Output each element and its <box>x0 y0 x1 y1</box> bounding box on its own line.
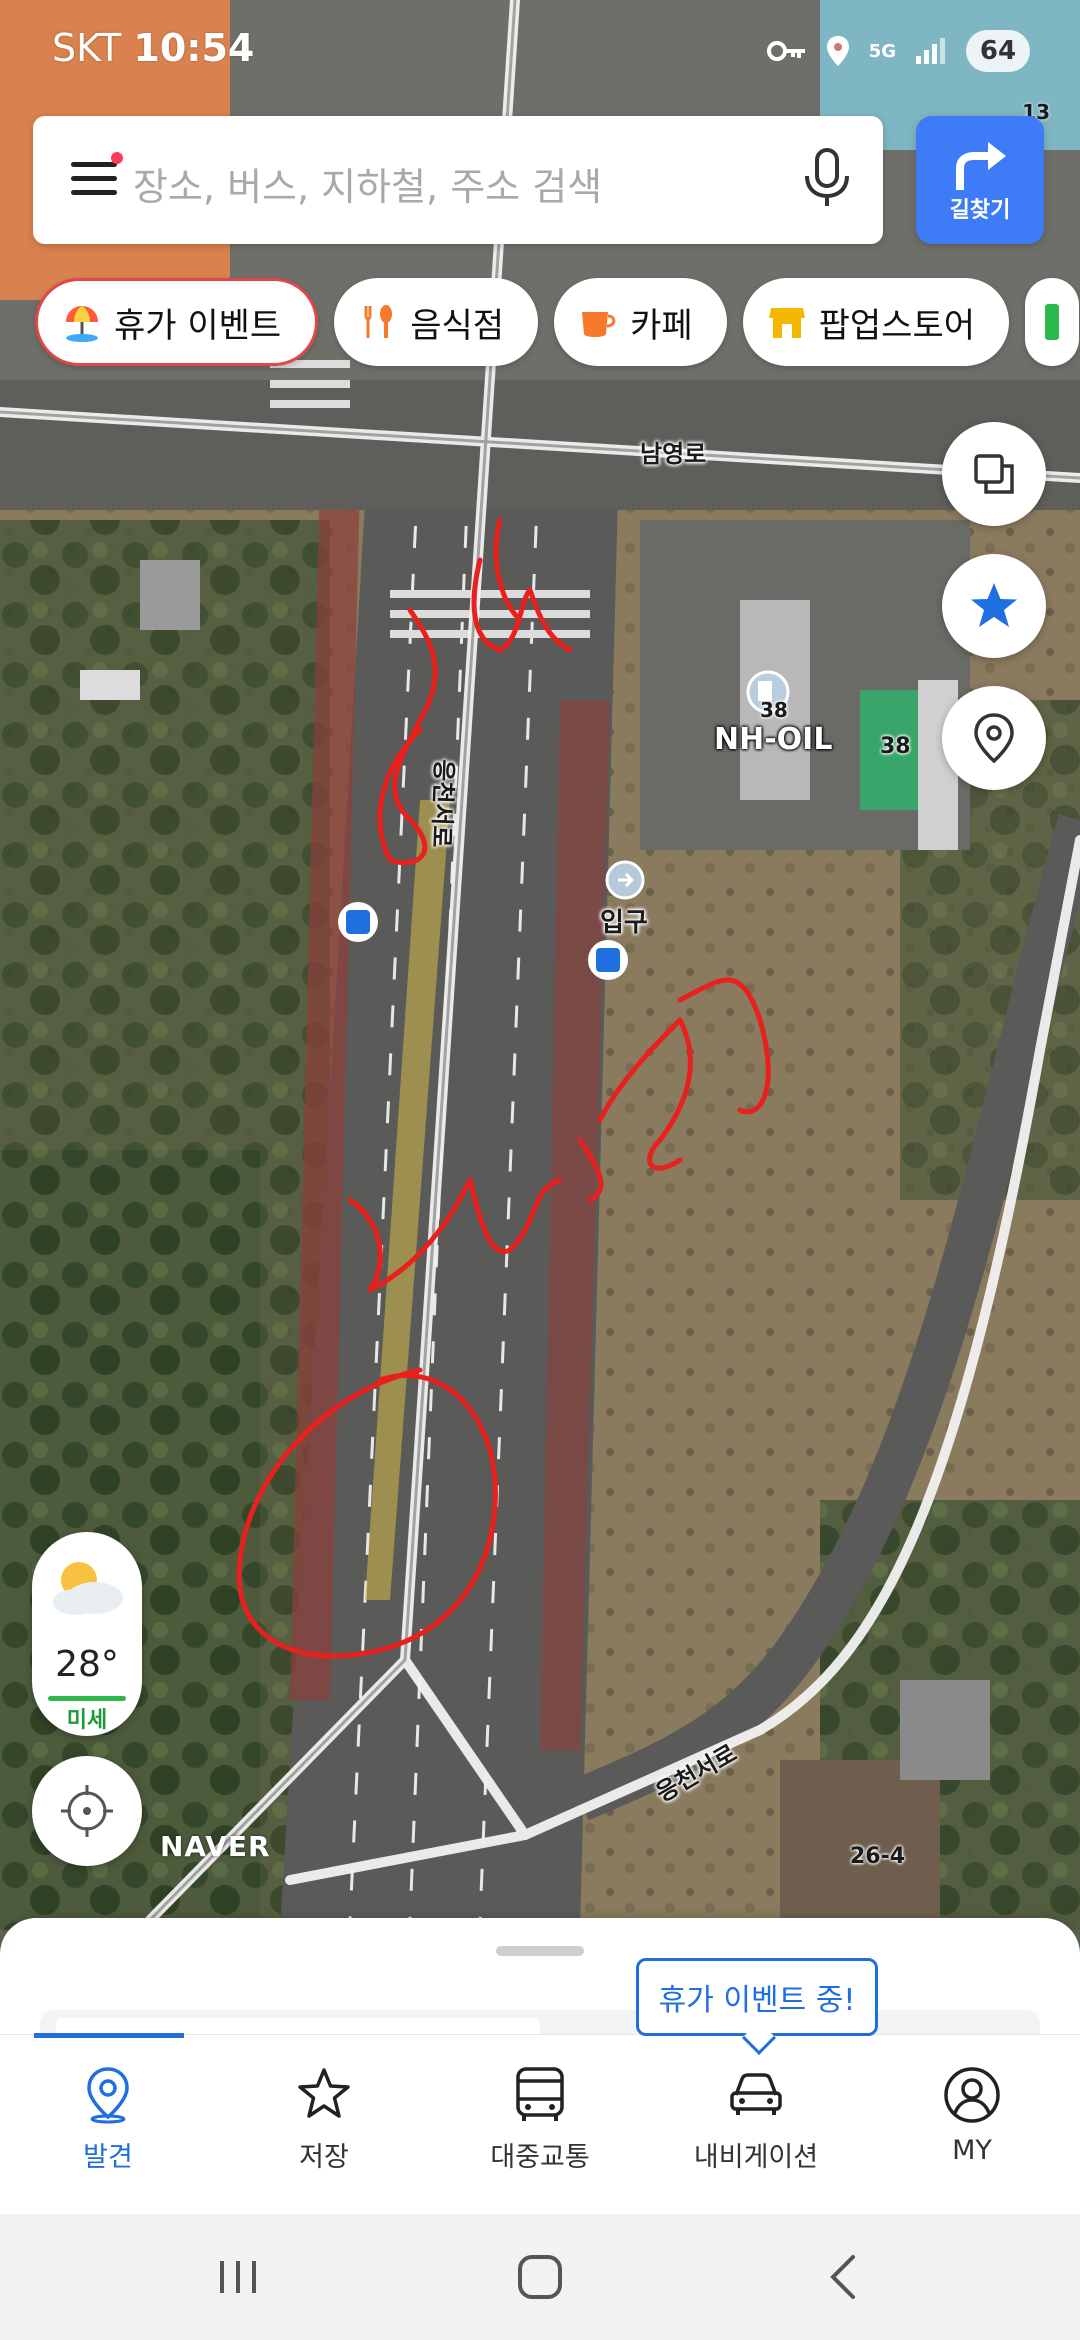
coffee-cup-icon <box>582 312 616 337</box>
entrance-marker[interactable] <box>605 860 645 900</box>
price-badge: 38 <box>760 698 788 722</box>
network-label: 5G <box>868 40 896 62</box>
star-icon <box>298 2068 350 2118</box>
entrance-label: 입구 <box>600 908 648 938</box>
nav-label: 저장 <box>299 2142 349 2173</box>
chip-cafe[interactable]: 카페 <box>554 278 727 366</box>
nav-label: 발견 <box>83 2142 133 2173</box>
nav-tab-saved[interactable]: 저장 <box>216 2035 432 2215</box>
search-input[interactable]: 장소, 버스, 지하철, 주소 검색 <box>133 156 602 211</box>
carrier-label: SKT <box>52 26 122 70</box>
system-navigation-bar <box>0 2214 1080 2340</box>
dust-label: 미세 <box>66 1708 108 1733</box>
nav-label: 내비게이션 <box>693 2142 819 2173</box>
battery-indicator: 64 <box>966 30 1030 72</box>
nav-label: 대중교통 <box>490 2142 590 2173</box>
tooltip-text: 휴가 이벤트 중! <box>658 1983 856 2018</box>
green-icon <box>1045 304 1060 340</box>
dust-level-bar <box>48 1696 126 1701</box>
pin-outline-icon <box>974 713 1014 764</box>
bus-stop-marker[interactable] <box>588 940 628 980</box>
nav-tab-discover[interactable]: 발견 <box>0 2035 216 2215</box>
partly-cloudy-icon <box>53 1562 123 1615</box>
back-button[interactable] <box>802 2244 882 2310</box>
recent-apps-button[interactable] <box>198 2244 278 2310</box>
nav-tab-transit[interactable]: 대중교통 <box>432 2035 648 2215</box>
status-time: SKT 10:54 <box>52 26 254 70</box>
road-label-namyeong: 남영로 <box>640 440 707 468</box>
bottom-sheet[interactable] <box>0 1918 1080 2050</box>
chip-popup-store[interactable]: 팝업스토어 <box>742 278 1010 366</box>
place-pin-button[interactable] <box>942 686 1046 790</box>
event-tooltip[interactable]: 휴가 이벤트 중! <box>636 1958 878 2055</box>
favorites-button[interactable] <box>942 554 1046 658</box>
nav-tab-my[interactable]: MY <box>864 2035 1080 2215</box>
chip-vacation-event[interactable]: 휴가 이벤트 <box>35 278 319 366</box>
sheet-drag-handle[interactable] <box>496 1946 584 1956</box>
chip-more[interactable] <box>1025 278 1080 366</box>
chip-label: 휴가 이벤트 <box>114 305 282 346</box>
current-location-button[interactable] <box>32 1756 142 1866</box>
search-bar[interactable]: 장소, 버스, 지하철, 주소 검색 <box>33 116 883 244</box>
notification-dot <box>111 152 123 164</box>
chip-label: 팝업스토어 <box>818 305 976 346</box>
poi-label-nh-oil[interactable]: NH-OIL <box>714 722 832 757</box>
chip-restaurant[interactable]: 음식점 <box>334 278 539 366</box>
location-icon <box>826 36 849 66</box>
key-icon <box>766 41 805 61</box>
star-icon <box>971 583 1017 627</box>
menu-icon[interactable] <box>71 152 123 200</box>
beach-umbrella-icon <box>66 306 98 342</box>
turn-right-arrow-icon <box>956 142 1006 190</box>
map-layers-button[interactable] <box>942 422 1046 526</box>
chip-label: 카페 <box>630 305 693 346</box>
building-number: 38 <box>880 734 911 759</box>
chip-label: 음식점 <box>410 305 505 346</box>
bottom-navigation: 발견 저장 대중교통 내비게이션 MY <box>0 2033 1080 2215</box>
building-number: 26-4 <box>850 1844 906 1869</box>
microphone-icon[interactable] <box>797 146 857 210</box>
directions-button[interactable]: 길찾기 <box>916 116 1044 244</box>
naver-logo: NAVER <box>160 1830 271 1863</box>
layers-icon <box>974 454 1014 494</box>
home-icon <box>518 2255 562 2299</box>
temperature: 28° <box>55 1644 119 1685</box>
store-icon <box>768 308 805 338</box>
crosshair-icon <box>61 1785 113 1837</box>
recent-apps-icon <box>220 2261 256 2293</box>
nav-tab-navigation[interactable]: 내비게이션 <box>648 2035 864 2215</box>
bus-stop-marker[interactable] <box>338 902 378 942</box>
home-button[interactable] <box>500 2244 580 2310</box>
status-icons: 5G 64 <box>766 30 1030 72</box>
back-chevron-icon <box>830 2255 855 2299</box>
directions-label: 길찾기 <box>949 198 1011 223</box>
road-label-eungcheonseo-vertical: 응천서로 <box>426 758 459 849</box>
weather-widget[interactable]: 28° 미세 <box>32 1532 142 1736</box>
nav-label: MY <box>952 2135 992 2166</box>
bus-icon <box>516 2067 564 2121</box>
category-chips: 휴가 이벤트 음식점 카페 팝업스토어 <box>35 278 1080 368</box>
signal-icon <box>916 38 945 64</box>
profile-icon <box>944 2067 1000 2123</box>
location-pin-icon <box>87 2067 129 2124</box>
status-bar: SKT 10:54 5G 64 13 <box>0 0 1080 124</box>
car-icon <box>730 2073 782 2115</box>
fork-spoon-icon <box>364 305 393 338</box>
clock: 10:54 <box>133 26 255 70</box>
